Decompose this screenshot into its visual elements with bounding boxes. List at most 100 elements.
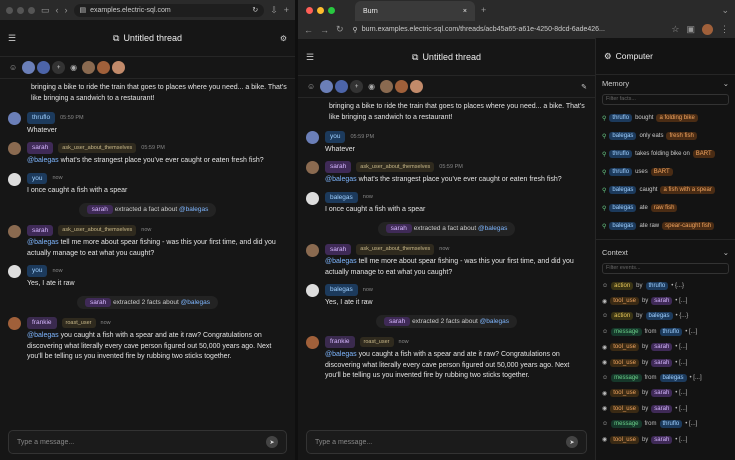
fact-subject[interactable]: balegas <box>609 204 637 212</box>
avatar[interactable] <box>97 61 111 74</box>
author-badge[interactable]: sarah <box>325 161 352 173</box>
chevron-down-icon[interactable]: ⌄ <box>721 5 729 16</box>
mention[interactable]: @balegas <box>181 299 210 306</box>
mention[interactable]: @balegas <box>478 225 507 232</box>
event-row[interactable]: ◉ tool_use by sarah • [...] <box>596 432 735 447</box>
event-actor[interactable]: sarah <box>651 435 673 444</box>
extensions-icon[interactable]: ▣ <box>686 24 695 35</box>
author-badge[interactable]: you <box>27 265 48 277</box>
maximize-dot[interactable] <box>328 6 335 14</box>
send-button[interactable]: ➤ <box>266 436 278 448</box>
event-row[interactable]: ◉ tool_use by sarah • [...] <box>596 401 735 416</box>
avatar[interactable] <box>22 61 36 74</box>
send-button[interactable]: ➤ <box>566 436 578 448</box>
event-actor[interactable]: sarah <box>651 358 673 367</box>
fact-subject[interactable]: thruflo <box>609 168 633 176</box>
right-url-bar[interactable]: ⚲ burn.examples.electric-sql.com/threads/… <box>351 23 665 36</box>
avatar[interactable] <box>335 80 349 93</box>
chevron-down-icon[interactable]: ⌄ <box>723 79 729 88</box>
filter-facts-input[interactable]: Filter facts... <box>602 94 729 105</box>
event-row[interactable]: ☺ action by thruflo • {...} <box>596 278 735 293</box>
context-section-header[interactable]: Context ⌄ <box>596 244 735 261</box>
avatar[interactable] <box>380 80 394 93</box>
forward-icon[interactable]: → <box>320 25 329 35</box>
mention[interactable]: @balegas <box>27 332 59 339</box>
filter-events-input[interactable]: Filter events... <box>602 263 729 274</box>
author-badge[interactable]: sarah <box>383 316 411 326</box>
close-tab-icon[interactable]: × <box>463 8 467 15</box>
avatar[interactable] <box>82 61 96 74</box>
browser-tab[interactable]: Burn × <box>355 1 475 21</box>
event-expand[interactable]: • [...] <box>675 298 687 304</box>
event-expand[interactable]: • [...] <box>675 437 687 443</box>
reload-icon[interactable]: ↻ <box>336 24 344 35</box>
fact-subject[interactable]: balegas <box>609 222 637 230</box>
fact-subject[interactable]: thruflo <box>609 114 633 122</box>
new-tab-icon[interactable]: + <box>481 5 486 15</box>
mention[interactable]: @balegas <box>27 157 59 164</box>
mention[interactable]: @balegas <box>325 258 357 265</box>
fact-row[interactable]: ⚲ balegas ate raw spear-caught fish <box>596 217 735 235</box>
download-icon[interactable]: ⇩ <box>270 5 278 16</box>
fact-row[interactable]: ⚲ balegas caught a fish with a spear <box>596 181 735 199</box>
fact-row[interactable]: ⚲ balegas only eats fresh fish <box>596 127 735 145</box>
event-expand[interactable]: • [...] <box>675 344 687 350</box>
mention[interactable]: @balegas <box>179 206 208 213</box>
event-actor[interactable]: sarah <box>651 389 673 398</box>
avatar[interactable] <box>410 80 424 93</box>
event-actor[interactable]: balegas <box>645 312 673 321</box>
event-expand[interactable]: • [...] <box>685 329 697 335</box>
profile-avatar[interactable] <box>702 24 713 35</box>
event-row[interactable]: ☺ message from thruflo • [...] <box>596 417 735 432</box>
event-actor[interactable]: sarah <box>651 343 673 352</box>
mention[interactable]: @balegas <box>27 239 59 246</box>
left-url-bar[interactable]: ▤ examples.electric-sql.com ↻ <box>73 3 265 17</box>
edit-icon[interactable]: ✎ <box>581 83 587 91</box>
event-expand[interactable]: • [...] <box>675 390 687 396</box>
author-badge[interactable]: you <box>325 131 346 143</box>
fact-subject[interactable]: thruflo <box>609 150 633 158</box>
more-icon[interactable]: ⋮ <box>720 24 729 35</box>
author-badge[interactable]: sarah <box>27 224 54 237</box>
event-row[interactable]: ☺ message from thruflo • [...] <box>596 324 735 339</box>
event-expand[interactable]: • {...} <box>671 283 684 289</box>
author-badge[interactable]: sarah <box>27 142 54 154</box>
event-row[interactable]: ☺ message from balegas • [...] <box>596 370 735 385</box>
fact-row[interactable]: ⚲ thruflo takes folding bike on BART <box>596 145 735 163</box>
avatar[interactable] <box>395 80 409 93</box>
event-expand[interactable]: • {...} <box>676 313 689 319</box>
avatar[interactable] <box>320 80 334 93</box>
close-dot[interactable] <box>306 6 313 14</box>
event-row[interactable]: ◉ tool_use by sarah • [...] <box>596 355 735 370</box>
forward-icon[interactable]: › <box>65 5 68 15</box>
avatar[interactable] <box>112 61 126 74</box>
event-row[interactable]: ◉ tool_use by sarah • [...] <box>596 293 735 308</box>
add-user-button[interactable]: + <box>350 80 364 93</box>
close-dot[interactable] <box>6 6 13 14</box>
minimize-dot[interactable] <box>317 6 324 14</box>
back-icon[interactable]: ← <box>304 25 313 35</box>
fact-row[interactable]: ⚲ thruflo uses BART <box>596 163 735 181</box>
fact-row[interactable]: ⚲ balegas ate raw fish <box>596 199 735 217</box>
sidebar-icon[interactable]: ▭ <box>41 5 50 16</box>
author-badge[interactable]: sarah <box>385 223 412 233</box>
settings-icon[interactable]: ⚙ <box>280 34 287 43</box>
author-badge[interactable]: frankie <box>325 336 355 348</box>
reload-icon[interactable]: ↻ <box>252 6 258 14</box>
star-icon[interactable]: ☆ <box>671 24 679 35</box>
menu-icon[interactable]: ☰ <box>8 33 16 44</box>
fact-subject[interactable]: balegas <box>609 186 637 194</box>
author-badge[interactable]: balegas <box>325 191 358 204</box>
add-user-button[interactable]: + <box>52 61 66 74</box>
mention[interactable]: @balegas <box>325 176 357 183</box>
new-tab-icon[interactable]: + <box>284 5 289 15</box>
memory-section-header[interactable]: Memory ⌄ <box>596 75 735 92</box>
minimize-dot[interactable] <box>17 6 24 14</box>
avatar[interactable] <box>37 61 51 74</box>
mention[interactable]: @balegas <box>325 351 357 358</box>
event-expand[interactable]: • [...] <box>675 360 687 366</box>
author-badge[interactable]: sarah <box>325 243 352 256</box>
event-actor[interactable]: sarah <box>651 297 673 306</box>
event-row[interactable]: ☺ action by balegas • {...} <box>596 309 735 324</box>
author-badge[interactable]: you <box>27 172 48 185</box>
